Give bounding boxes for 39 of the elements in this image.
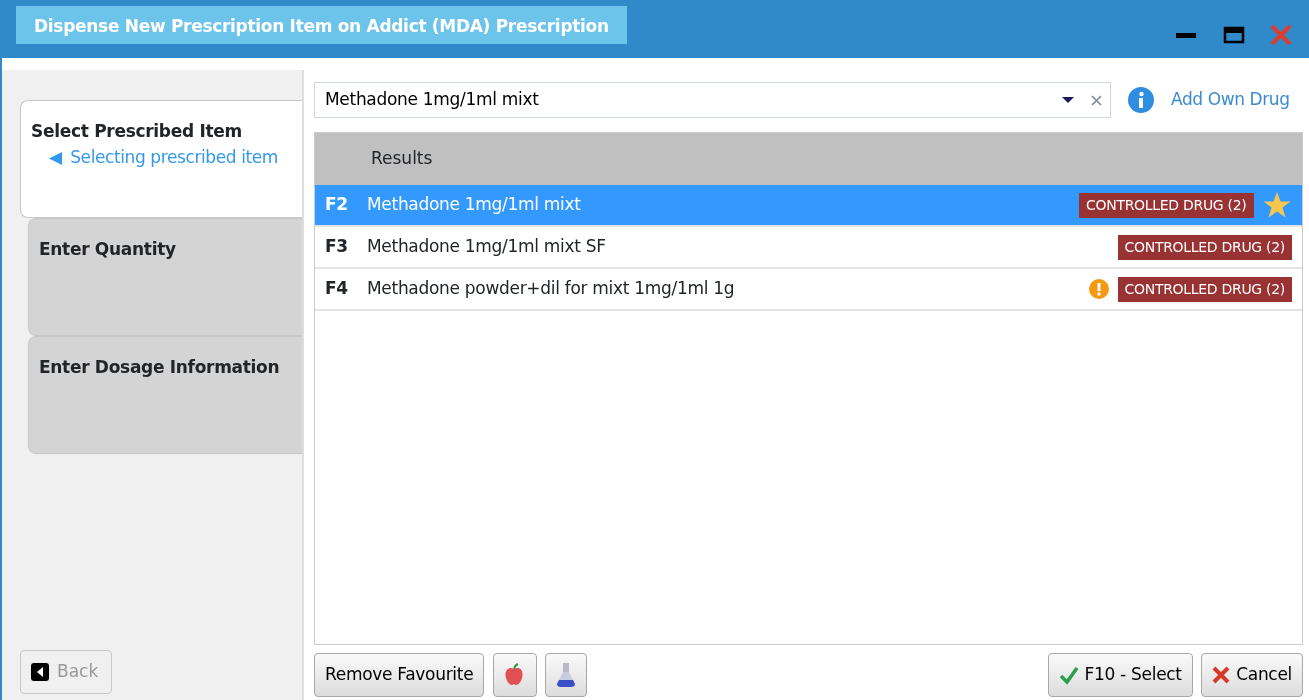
controlled-drug-badge: CONTROLLED DRUG (2) xyxy=(1117,234,1292,260)
window-title: Dispense New Prescription Item on Addict (MDA) Prescription xyxy=(16,6,627,44)
drug-name: Methadone powder+dil for mixt 1mg/1ml 1g xyxy=(367,277,735,301)
controlled-drug-badge: CONTROLLED DRUG (2) xyxy=(1079,192,1254,218)
info-icon[interactable] xyxy=(1128,87,1154,113)
dropdown-icon[interactable] xyxy=(1062,96,1074,104)
close-icon xyxy=(1270,25,1292,45)
cross-icon xyxy=(1212,666,1231,684)
flask-button[interactable] xyxy=(545,653,588,697)
drug-name: Methadone 1mg/1ml mixt SF xyxy=(367,235,606,259)
substep-label: Selecting prescribed item xyxy=(70,145,278,169)
flask-icon xyxy=(556,662,577,688)
result-row[interactable]: F4 Methadone powder+dil for mixt 1mg/1ml 1g CONTROLLED DRUG (2) xyxy=(315,269,1302,311)
maximize-icon xyxy=(1222,25,1245,45)
cancel-button[interactable]: Cancel xyxy=(1201,653,1303,697)
result-row[interactable]: F3 Methadone 1mg/1ml mixt SF CONTROLLED DRUG (2) xyxy=(315,227,1302,269)
select-button[interactable]: F10 - Select xyxy=(1047,653,1193,697)
result-row[interactable]: F2 Methadone 1mg/1ml mixt CONTROLLED DRUG (2) xyxy=(315,185,1302,227)
step-title: Enter Quantity xyxy=(39,238,177,261)
controlled-drug-badge: CONTROLLED DRUG (2) xyxy=(1117,276,1292,302)
wizard-step[interactable]: Enter Quantity xyxy=(28,218,302,336)
apple-button[interactable] xyxy=(492,653,537,697)
step-title: Enter Dosage Information xyxy=(39,356,281,379)
function-key-label: F4 xyxy=(325,277,349,301)
minimize-icon xyxy=(1176,32,1196,38)
checkmark-icon xyxy=(1058,665,1079,685)
clear-icon[interactable] xyxy=(1091,94,1102,106)
function-key-label: F2 xyxy=(325,193,349,217)
function-key-label: F3 xyxy=(325,235,349,259)
column-header: Results xyxy=(371,147,433,171)
add-own-drug-link[interactable]: Add Own Drug xyxy=(1171,87,1290,113)
wizard-step[interactable]: Select Prescribed Item ◀ Selecting prescribed item xyxy=(20,100,302,218)
wizard-step[interactable]: Enter Dosage Information xyxy=(28,336,302,454)
remove-favourite-button[interactable]: Remove Favourite xyxy=(314,653,485,697)
step-title: Select Prescribed Item xyxy=(31,120,243,143)
search-box[interactable]: Methadone 1mg/1ml mixt xyxy=(314,82,1111,118)
step-marker: ◀ xyxy=(49,145,62,169)
apple-icon xyxy=(503,663,524,687)
drug-name: Methadone 1mg/1ml mixt xyxy=(367,193,581,217)
